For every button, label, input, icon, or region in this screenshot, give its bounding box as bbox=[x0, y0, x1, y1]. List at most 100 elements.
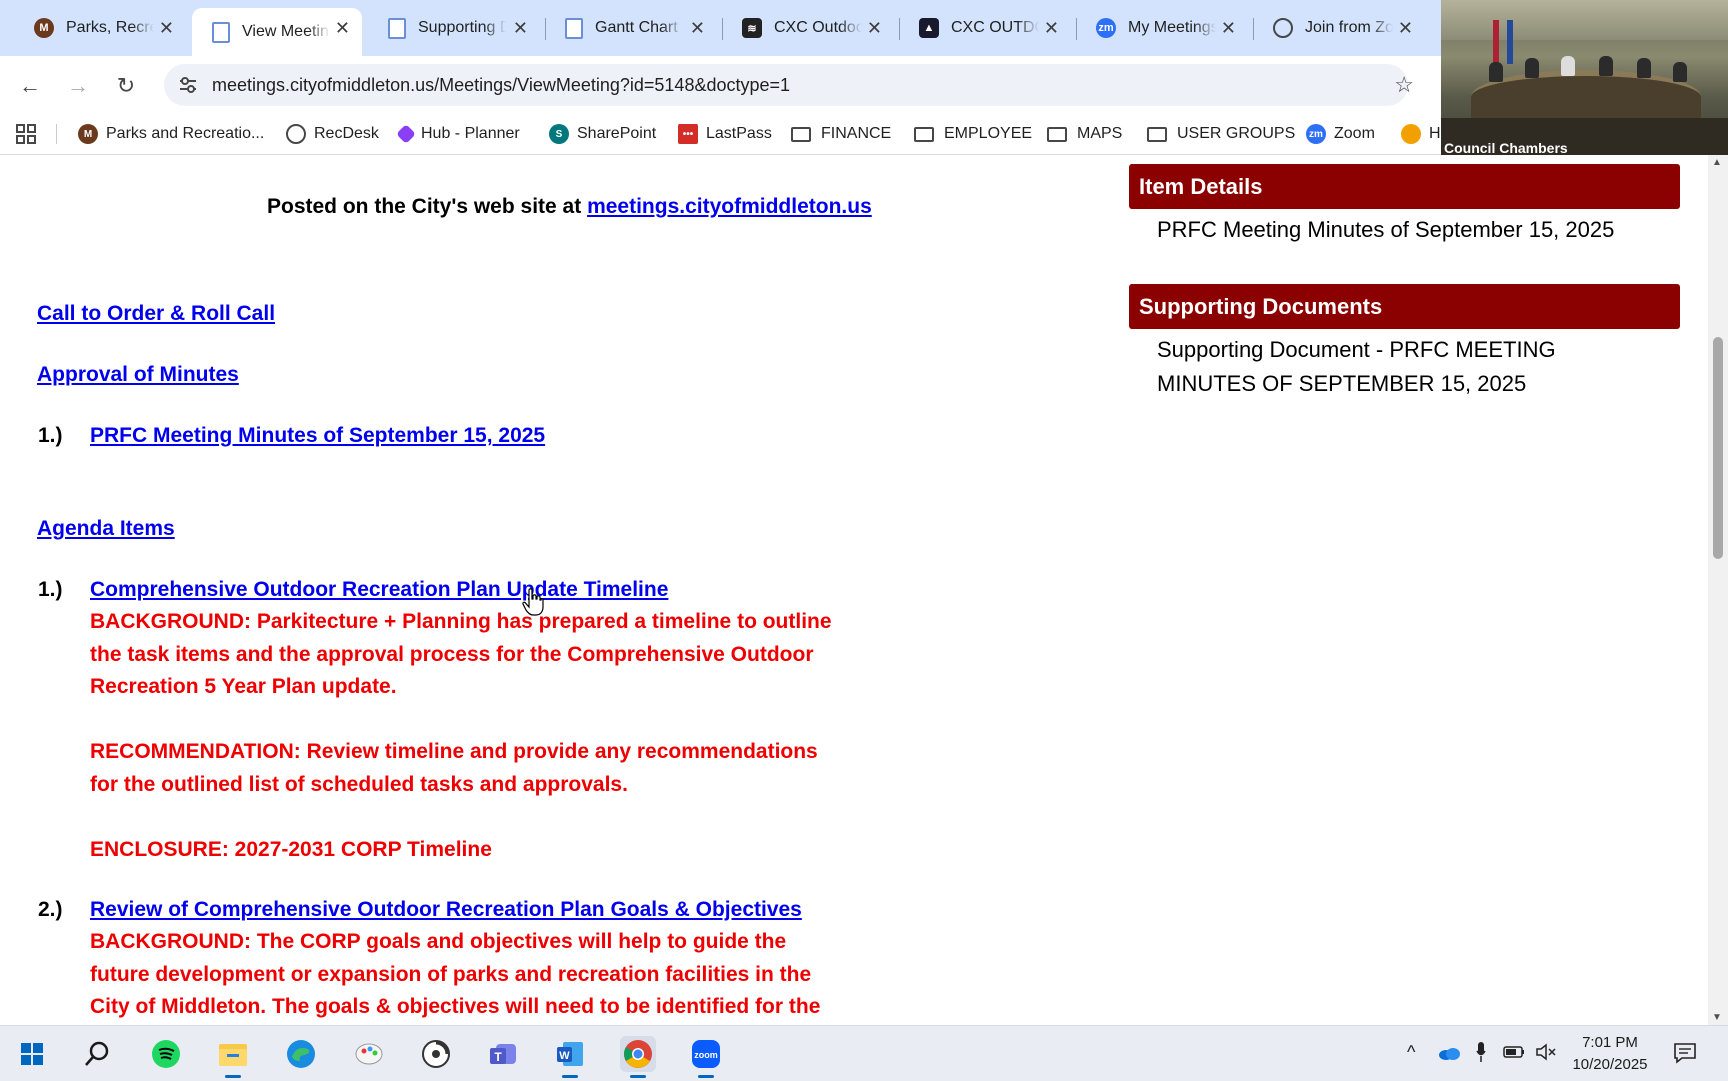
video-person bbox=[1489, 62, 1503, 82]
spotify-icon[interactable] bbox=[148, 1036, 184, 1072]
approval-of-minutes-link[interactable]: Approval of Minutes bbox=[37, 363, 239, 387]
tab-title: Gantt Chart bbox=[595, 19, 678, 36]
agenda-item-link[interactable]: Comprehensive Outdoor Recreation Plan Up… bbox=[90, 578, 668, 602]
tab-cxc-outdoor-adobe[interactable]: ▲ CXC OUTDOOR ✕ bbox=[899, 8, 1071, 48]
zoom-video-thumbnail[interactable]: Council Chambers bbox=[1441, 0, 1728, 162]
bookmark-label: FINANCE bbox=[821, 125, 892, 142]
tab-view-meeting[interactable]: View Meeting ✕ bbox=[192, 8, 362, 56]
file-explorer-icon[interactable] bbox=[215, 1036, 251, 1078]
description-line: RECOMMENDATION: Review timeline and prov… bbox=[90, 740, 818, 763]
folder-icon bbox=[791, 126, 811, 142]
bookmark-folder-finance[interactable]: FINANCE bbox=[791, 122, 891, 146]
tab-gantt-chart[interactable]: Gantt Chart ✕ bbox=[545, 8, 717, 48]
document-icon bbox=[388, 17, 406, 39]
item-details-header: Item Details bbox=[1129, 164, 1680, 209]
paint-icon[interactable] bbox=[351, 1036, 387, 1072]
close-icon[interactable]: ✕ bbox=[1044, 18, 1059, 38]
address-bar[interactable]: meetings.cityofmiddleton.us/Meetings/Vie… bbox=[164, 64, 1414, 106]
bookmark-recdesk[interactable]: RecDesk bbox=[286, 122, 379, 146]
bookmark-parks[interactable]: M Parks and Recreatio... bbox=[78, 122, 264, 146]
video-dais bbox=[1471, 70, 1701, 124]
tab-cxc-outdoor[interactable]: ≋ CXC Outdoor ✕ bbox=[722, 8, 894, 48]
page-scrollbar[interactable]: ▲ ▼ bbox=[1708, 155, 1728, 1025]
tab-parks[interactable]: M Parks, Recre ✕ bbox=[14, 8, 186, 48]
close-icon[interactable]: ✕ bbox=[690, 18, 705, 38]
agenda-item-link[interactable]: Review of Comprehensive Outdoor Recreati… bbox=[90, 898, 802, 922]
url-text[interactable]: meetings.cityofmiddleton.us/Meetings/Vie… bbox=[212, 75, 790, 96]
globe-icon bbox=[286, 124, 306, 144]
bookmark-hub-planner[interactable]: Hub - Planner bbox=[396, 122, 520, 146]
bookmarks-divider bbox=[56, 124, 57, 144]
tab-title: Parks, Recre bbox=[66, 19, 154, 36]
onedrive-icon[interactable] bbox=[1438, 1046, 1460, 1060]
teams-icon[interactable]: T bbox=[485, 1036, 521, 1072]
close-icon[interactable]: ✕ bbox=[335, 18, 350, 38]
tab-supporting-document[interactable]: Supporting Document ✕ bbox=[368, 8, 540, 48]
word-icon[interactable]: W bbox=[552, 1036, 588, 1078]
notifications-icon[interactable] bbox=[1673, 1041, 1697, 1065]
edge-icon[interactable] bbox=[283, 1036, 319, 1072]
scroll-up-icon[interactable]: ▲ bbox=[1712, 157, 1722, 168]
description-line: future development or expansion of parks… bbox=[90, 962, 812, 986]
windows-taskbar: T W zoom ^ 7:01 PM 10/20/2025 bbox=[0, 1025, 1728, 1081]
arcgis-icon[interactable] bbox=[418, 1036, 454, 1072]
bookmark-label: MAPS bbox=[1077, 125, 1123, 142]
running-indicator bbox=[630, 1075, 646, 1078]
cxc-logo-icon: ≋ bbox=[742, 18, 762, 38]
zoom-icon[interactable]: zoom bbox=[688, 1036, 724, 1078]
close-icon[interactable]: ✕ bbox=[159, 18, 174, 38]
system-clock[interactable]: 7:01 PM 10/20/2025 bbox=[1554, 1032, 1666, 1076]
forward-icon[interactable]: → bbox=[62, 70, 94, 102]
bookmark-zoom[interactable]: zm Zoom bbox=[1306, 122, 1375, 146]
close-icon[interactable]: ✕ bbox=[867, 18, 882, 38]
bookmark-lastpass[interactable]: ••• LastPass bbox=[678, 122, 772, 146]
bookmark-label: Zoom bbox=[1334, 125, 1375, 142]
close-icon[interactable]: ✕ bbox=[1398, 18, 1413, 38]
video-caption: Council Chambers bbox=[1444, 140, 1568, 156]
apps-grid-icon[interactable] bbox=[16, 122, 36, 146]
hub-planner-icon bbox=[396, 124, 416, 144]
posted-link[interactable]: meetings.cityofmiddleton.us bbox=[587, 195, 872, 218]
minutes-item-link[interactable]: PRFC Meeting Minutes of September 15, 20… bbox=[90, 424, 545, 448]
call-to-order-link[interactable]: Call to Order & Roll Call bbox=[37, 302, 275, 326]
windows-start-icon[interactable] bbox=[14, 1036, 50, 1072]
bookmark-folder-user-groups[interactable]: USER GROUPS bbox=[1147, 122, 1295, 146]
chrome-icon[interactable] bbox=[620, 1036, 656, 1078]
bookmark-label: EMPLOYEE bbox=[944, 125, 1033, 142]
tab-title: Supporting Document bbox=[418, 19, 506, 36]
back-icon[interactable]: ← bbox=[14, 70, 46, 102]
globe-icon bbox=[1273, 18, 1293, 38]
bookmark-label: Hub - Planner bbox=[421, 125, 520, 142]
tab-title: View Meeting bbox=[242, 23, 330, 40]
scroll-down-icon[interactable]: ▼ bbox=[1712, 1012, 1722, 1023]
agenda-items-link[interactable]: Agenda Items bbox=[37, 517, 175, 541]
close-icon[interactable]: ✕ bbox=[513, 18, 528, 38]
scrollbar-thumb[interactable] bbox=[1713, 337, 1723, 559]
search-icon[interactable] bbox=[79, 1036, 115, 1072]
agenda-item-number: 1.) bbox=[38, 578, 63, 601]
tab-my-meetings[interactable]: zm My Meetings ✕ bbox=[1076, 8, 1248, 48]
battery-icon[interactable] bbox=[1503, 1045, 1525, 1059]
bookmark-folder-maps[interactable]: MAPS bbox=[1047, 122, 1122, 146]
show-hidden-icons-icon[interactable]: ^ bbox=[1407, 1042, 1415, 1063]
bookmark-label: Parks and Recreatio... bbox=[106, 125, 265, 142]
bookmark-star-icon[interactable]: ☆ bbox=[1394, 72, 1414, 98]
description-line: Recreation 5 Year Plan update. bbox=[90, 675, 397, 698]
close-icon[interactable]: ✕ bbox=[1221, 18, 1236, 38]
site-info-icon[interactable] bbox=[176, 73, 200, 97]
svg-text:W: W bbox=[559, 1050, 570, 1062]
video-person bbox=[1599, 56, 1613, 76]
bookmark-folder-employee[interactable]: EMPLOYEE bbox=[914, 122, 1032, 146]
reload-icon[interactable]: ↻ bbox=[110, 70, 142, 102]
supporting-document-link[interactable]: Supporting Document - PRFC MEETING MINUT… bbox=[1157, 333, 1556, 401]
meeting-page: Posted on the City's web site at meeting… bbox=[0, 155, 1708, 1025]
bookmark-h[interactable]: H bbox=[1401, 122, 1441, 146]
running-indicator bbox=[225, 1075, 241, 1078]
item-details-text: PRFC Meeting Minutes of September 15, 20… bbox=[1157, 217, 1615, 242]
tab-join-from-zoom[interactable]: Join from Zoom ✕ bbox=[1253, 8, 1425, 48]
agenda-item-description: BACKGROUND: The CORP goals and objective… bbox=[90, 926, 820, 1024]
bookmark-sharepoint[interactable]: S SharePoint bbox=[549, 122, 656, 146]
microphone-icon[interactable] bbox=[1476, 1041, 1486, 1063]
parks-logo-icon: M bbox=[34, 18, 54, 38]
